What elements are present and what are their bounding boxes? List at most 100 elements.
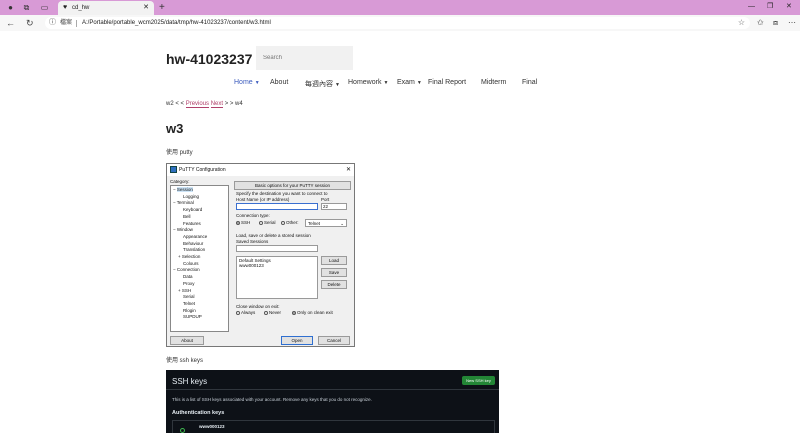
tree-item-label: Serial bbox=[183, 294, 195, 300]
host-field bbox=[236, 203, 318, 210]
address-bar[interactable]: ⓘ 檔案 A:/Portable/portable_wcm2025/data/t… bbox=[45, 17, 750, 29]
close-icon: ✕ bbox=[345, 167, 351, 173]
menu-about[interactable]: About bbox=[270, 79, 288, 86]
radio-icon bbox=[259, 220, 263, 225]
browser-tab[interactable]: ♥ cd_hw ✕ bbox=[58, 1, 154, 15]
site-title[interactable]: hw-41023237 bbox=[166, 51, 252, 67]
profile-icon[interactable]: ● bbox=[6, 3, 15, 12]
tree-item-label: Terminal bbox=[176, 200, 194, 206]
menu-home[interactable]: Home ▼ bbox=[234, 79, 260, 86]
tree-item-label: Session bbox=[176, 187, 193, 192]
radio-never: Never bbox=[264, 310, 281, 315]
favorite-star-icon[interactable]: ☆ bbox=[738, 17, 745, 29]
other-protocol-select: Telnet ⌄ bbox=[305, 219, 347, 227]
saved-session-field bbox=[236, 245, 318, 252]
tree-item: Behaviour bbox=[183, 241, 203, 246]
tree-item: + Selection bbox=[178, 254, 200, 259]
web-page: hw-41023237 Home▼ About 每週內容▼ Homework▼ … bbox=[0, 31, 800, 433]
ssh-keys-title: SSH keys bbox=[172, 377, 208, 386]
ssh-keys-screenshot: SSH keys New SSH key This is a list of S… bbox=[166, 370, 499, 433]
tree-item: + SSH bbox=[178, 288, 191, 293]
tree-item-label: Rlogin bbox=[183, 307, 196, 313]
new-tab-icon[interactable]: + bbox=[159, 1, 165, 14]
navigation-bar: ← ↻ ⓘ 檔案 A:/Portable/portable_wcm2025/da… bbox=[0, 15, 800, 31]
putty-screenshot: PuTTY Configuration ✕ Category: − Sessio… bbox=[166, 163, 355, 347]
open-button: Open bbox=[281, 336, 313, 345]
tree-item-label: Bell bbox=[183, 213, 191, 219]
more-menu-icon[interactable]: ⋯ bbox=[788, 18, 796, 28]
tree-item-label: Colours bbox=[183, 260, 199, 266]
radio-icon bbox=[281, 220, 285, 225]
menu-final[interactable]: Final bbox=[522, 79, 537, 86]
restore-icon[interactable]: ❐ bbox=[767, 2, 773, 12]
menu-midterm[interactable]: Midterm bbox=[481, 79, 506, 86]
tab-favicon-icon: ♥ bbox=[63, 4, 68, 11]
tab-actions-icon[interactable]: ▭ bbox=[40, 3, 49, 12]
saved-sessions-label: Saved Sessions bbox=[236, 239, 269, 244]
breadcrumb-prefix: w2 < < bbox=[166, 101, 186, 107]
destination-label: Specify the destination you want to conn… bbox=[236, 191, 328, 196]
about-button: About bbox=[170, 336, 204, 345]
menu-weekly-label: 每週內容 bbox=[305, 81, 333, 88]
extensions-icon[interactable]: ⧈ bbox=[773, 18, 778, 28]
tree-item: Features bbox=[183, 221, 201, 226]
menu-final-report[interactable]: Final Report bbox=[428, 79, 466, 86]
minimize-icon[interactable]: — bbox=[748, 2, 755, 12]
tree-item-label: Appearance bbox=[183, 233, 208, 239]
tree-item-label: SSH bbox=[181, 287, 192, 293]
radio-never-label: Never bbox=[269, 310, 282, 315]
load-button: Load bbox=[321, 256, 347, 265]
search-input[interactable] bbox=[256, 46, 353, 70]
radio-icon bbox=[264, 310, 268, 315]
putty-title: PuTTY Configuration bbox=[179, 167, 226, 173]
cancel-button: Cancel bbox=[318, 336, 350, 345]
tree-item: Serial bbox=[183, 294, 195, 299]
menu-exam[interactable]: Exam ▼ bbox=[397, 79, 422, 86]
ssh-caption: 使用 ssh keys bbox=[166, 358, 204, 364]
radio-other-label: Other: bbox=[286, 220, 299, 225]
chevron-down-icon: ▼ bbox=[335, 82, 340, 88]
menu-homework[interactable]: Homework ▼ bbox=[348, 79, 388, 86]
key-status-icon bbox=[180, 428, 185, 433]
tree-item: − Window bbox=[173, 227, 193, 232]
info-icon[interactable]: ⓘ bbox=[49, 17, 56, 29]
putty-caption: 使用 putty bbox=[166, 150, 193, 156]
close-tab-icon[interactable]: ✕ bbox=[143, 1, 149, 15]
save-button: Save bbox=[321, 268, 347, 277]
putty-app-icon bbox=[170, 166, 177, 173]
close-window-label: Close window on exit: bbox=[236, 304, 280, 309]
tree-item-label: Translation bbox=[183, 247, 206, 253]
tree-item: Bell bbox=[183, 214, 191, 219]
tree-item-label: Data bbox=[183, 274, 193, 280]
menu-exam-label: Exam bbox=[397, 79, 415, 86]
next-link[interactable]: Next bbox=[210, 101, 224, 108]
tree-item: Logging bbox=[183, 194, 199, 199]
breadcrumb: w2 < < Previous Next > > w4 bbox=[166, 101, 243, 108]
radio-icon bbox=[236, 310, 240, 315]
previous-link[interactable]: Previous bbox=[185, 101, 210, 108]
radio-clean-exit: Only on clean exit bbox=[292, 310, 333, 315]
collections-icon[interactable]: ⧉ bbox=[22, 3, 31, 12]
chevron-down-icon: ⌄ bbox=[340, 221, 344, 226]
authentication-keys-heading: Authentication keys bbox=[172, 410, 225, 416]
menu-homework-label: Homework bbox=[348, 79, 382, 86]
menu-weekly[interactable]: 每週內容 ▼ bbox=[305, 79, 340, 89]
radio-always-label: Always bbox=[241, 310, 256, 315]
close-window-icon[interactable]: ✕ bbox=[786, 2, 792, 12]
load-save-label: Load, save or delete a stored session bbox=[236, 233, 311, 238]
delete-button: Delete bbox=[321, 280, 347, 289]
tree-item-label: Behaviour bbox=[183, 240, 204, 246]
putty-titlebar: PuTTY Configuration ✕ bbox=[167, 164, 354, 176]
back-icon[interactable]: ← bbox=[6, 18, 15, 28]
tree-item: Telnet bbox=[183, 301, 195, 306]
tree-item-label: SUPDUP bbox=[183, 314, 202, 320]
refresh-icon[interactable]: ↻ bbox=[26, 18, 34, 28]
sessions-list: Default Settings www000123 bbox=[236, 256, 318, 299]
tab-bar: ● ⧉ ▭ ♥ cd_hw ✕ + — ❐ ✕ bbox=[0, 0, 800, 15]
favorites-icon[interactable]: ✩ bbox=[757, 18, 764, 28]
radio-always: Always bbox=[236, 310, 255, 315]
tree-item-label: Telnet bbox=[183, 300, 196, 306]
breadcrumb-suffix: > > w4 bbox=[223, 101, 243, 107]
url-text[interactable]: A:/Portable/portable_wcm2025/data/tmp/hw… bbox=[82, 17, 271, 29]
tree-item: SUPDUP bbox=[183, 314, 202, 319]
